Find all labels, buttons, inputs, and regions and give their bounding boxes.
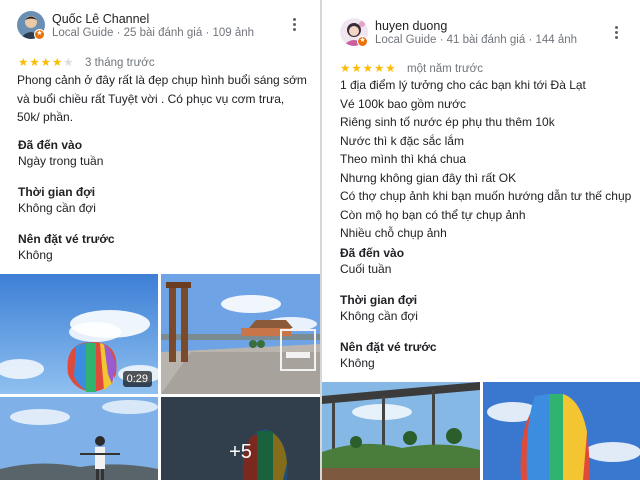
wait-value: Không cần đợi [340, 309, 418, 323]
rating-row: ★★★★★ một năm trước [340, 59, 483, 75]
star-icon: ★ [362, 63, 374, 75]
wait-label: Thời gian đợi [340, 293, 418, 307]
balloon-image [483, 382, 640, 480]
star-icon: ★ [18, 57, 30, 69]
author-meta: Local Guide · 41 bài đánh giá · 144 ảnh [375, 34, 578, 46]
wait-label: Thời gian đợi [18, 185, 96, 199]
review-card-left: ★ Quốc Lê Channel Local Guide · 25 bài đ… [0, 0, 320, 480]
review-line: Nhiều chỗ chụp ảnh [340, 226, 447, 240]
cafe-image [322, 382, 480, 480]
visited-label: Đã đến vào [340, 246, 405, 260]
more-vert-icon[interactable] [287, 16, 301, 36]
review-line: Nước thì k đặc sắc lắm [340, 133, 464, 148]
review-line: Riêng sinh tố nước ép phụ thu thêm 10k [340, 115, 555, 129]
review-line: Còn mộ họ bạn có thể tự chụp ảnh [340, 207, 526, 222]
review-line: Theo mình thì khá chua [340, 152, 467, 166]
visited-value: Cuối tuần [340, 262, 392, 276]
star-icon: ★ [51, 57, 64, 69]
wait-value: Không cần đợi [18, 201, 96, 215]
author-meta: Local Guide · 25 bài đánh giá · 109 ảnh [52, 27, 255, 39]
more-photos-tile[interactable]: +5 [161, 397, 320, 480]
reserve-value: Không [18, 248, 53, 262]
star-icon: ★ [373, 63, 386, 75]
review-photo[interactable] [483, 382, 640, 480]
review-line: 1 địa điểm lý tưởng cho các bạn khi tới … [340, 78, 586, 92]
visited-label: Đã đến vào [18, 138, 83, 152]
more-photos-count: +5 [229, 441, 252, 463]
review-card-right: ★ huyen duong Local Guide · 41 bài đánh … [322, 0, 640, 480]
review-text: Phong cảnh ở đây rất là đẹp chụp hình bu… [17, 73, 307, 124]
review-photo[interactable] [322, 382, 480, 480]
star-empty-icon: ★ [63, 57, 75, 69]
review-time: một năm trước [407, 63, 483, 75]
star-icon: ★ [351, 63, 363, 75]
author-name[interactable]: huyen duong [375, 19, 447, 33]
local-guide-badge-icon: ★ [34, 29, 45, 40]
rating-row: ★★★★★ 3 tháng trước [18, 53, 155, 69]
star-icon: ★ [40, 57, 52, 69]
star-icon: ★ [340, 63, 352, 75]
local-guide-badge-icon: ★ [357, 36, 368, 47]
review-photo[interactable] [0, 397, 158, 480]
star-icon: ★ [29, 57, 41, 69]
balloon-dim-image [161, 397, 320, 480]
review-text: 1 địa điểm lý tưởng cho các bạn khi tới … [340, 76, 635, 243]
review-photo[interactable] [161, 274, 320, 394]
author-name[interactable]: Quốc Lê Channel [52, 12, 149, 26]
terrace-image [161, 274, 320, 394]
review-line: Nhưng không gian đây thì rất OK [340, 170, 517, 185]
star-icon: ★ [385, 63, 397, 75]
review-line: Có thợ chụp ảnh khi bạn muốn hướng dẫn t… [340, 189, 632, 203]
person-image [0, 397, 158, 480]
reserve-label: Nên đặt vé trước [340, 340, 437, 354]
review-line: Vé 100k bao gồm nước [340, 96, 466, 111]
reserve-value: Không [340, 356, 375, 370]
more-vert-icon[interactable] [609, 24, 623, 44]
reserve-label: Nên đặt vé trước [18, 232, 115, 246]
video-duration: 0:29 [122, 371, 152, 387]
visited-value: Ngày trong tuần [18, 154, 104, 168]
review-time: 3 tháng trước [85, 57, 155, 69]
review-video-thumbnail[interactable]: 0:29 [0, 274, 158, 394]
